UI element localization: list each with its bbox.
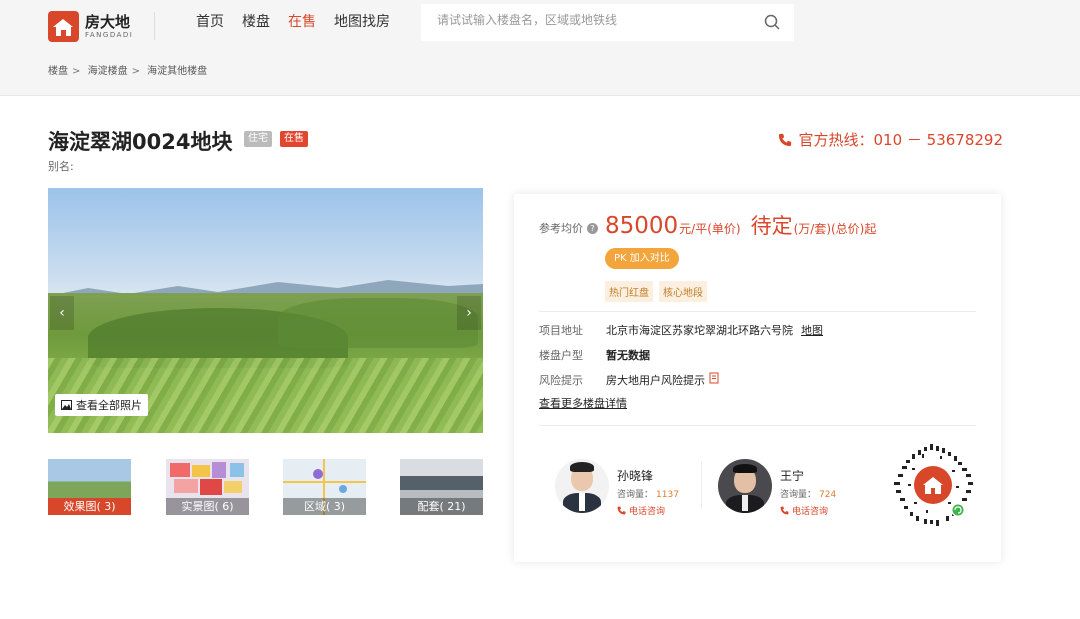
price-value: 85000: [605, 213, 679, 239]
nav-home[interactable]: 首页: [196, 12, 224, 32]
alias-label: 别名:: [48, 160, 74, 173]
mini-program-qr-code[interactable]: [892, 444, 974, 526]
total-price: 待定: [750, 214, 793, 238]
thumb-renderings[interactable]: 效果图( 3): [48, 459, 131, 515]
brand-name-en: FANGDADI: [85, 30, 134, 39]
logo[interactable]: 房大地 FANGDADI: [48, 11, 133, 42]
feature-tag: 热门红盘: [605, 281, 653, 302]
agent-name: 孙晓锋: [617, 469, 654, 483]
prev-photo-button[interactable]: ‹: [50, 296, 74, 330]
thumb-label: 区域( 3): [283, 498, 366, 515]
unit-type-row: 楼盘户型 暂无数据: [539, 347, 650, 363]
risk-label: 风险提示: [539, 374, 583, 387]
thumb-label: 效果图( 3): [48, 498, 131, 515]
address-label: 项目地址: [539, 324, 583, 337]
photo-thumbnails: 效果图( 3) 实景图( 6) 区域( 3) 配套( 21): [48, 459, 484, 515]
next-photo-button[interactable]: ›: [457, 296, 481, 330]
view-all-label: 查看全部照片: [76, 399, 142, 412]
agent-card[interactable]: 孙晓锋 咨询量： 1137 电话咨询: [555, 459, 679, 517]
search-icon[interactable]: [764, 14, 780, 30]
feature-tag: 核心地段: [659, 281, 707, 302]
top-bar: 房大地 FANGDADI 首页 楼盘 在售 地图找房 楼盘> 海淀楼盘> 海淀其…: [0, 0, 1080, 96]
house-logo-icon: [48, 11, 79, 42]
price-unit: 元/平(单价): [679, 222, 741, 236]
thumb-label: 实景图( 6): [166, 498, 249, 515]
thumb-facilities[interactable]: 配套( 21): [400, 459, 483, 515]
page-title: 海淀翠湖0024地块: [48, 130, 233, 154]
agent-name: 王宁: [780, 469, 805, 483]
hotline-text: 官方热线：010 － 53678292: [798, 131, 1003, 149]
breadcrumb-item[interactable]: 海淀楼盘: [88, 66, 128, 77]
nav-on-sale[interactable]: 在售: [288, 12, 316, 32]
divider: [539, 425, 976, 426]
divider: [701, 461, 702, 509]
search-input[interactable]: [437, 13, 757, 27]
avatar: [555, 459, 609, 513]
agent-consult-count: 咨询量： 724: [780, 490, 837, 500]
thumb-real-photos[interactable]: 实景图( 6): [166, 459, 249, 515]
main-nav: 首页 楼盘 在售 地图找房: [196, 12, 390, 32]
phone-icon: [779, 133, 792, 146]
price-display: 85000 元/平(单价) 待定 (万/套)(总价)起: [605, 210, 876, 240]
brand-name: 房大地: [85, 12, 131, 31]
breadcrumb-item[interactable]: 海淀其他楼盘: [147, 66, 207, 77]
property-type-badge: 住宅: [244, 131, 272, 147]
thumb-label: 配套( 21): [400, 498, 483, 515]
search-box: [421, 4, 794, 41]
main-photo[interactable]: ‹ › 查看全部照片: [48, 188, 483, 433]
agent-card[interactable]: 王宁 咨询量： 724 电话咨询: [718, 459, 836, 517]
help-icon[interactable]: ?: [587, 222, 598, 234]
address-row: 项目地址 北京市海淀区苏家坨翠湖北环路六号院 地图: [539, 322, 823, 338]
nav-listings[interactable]: 楼盘: [242, 12, 270, 32]
hotline[interactable]: 官方热线：010 － 53678292: [778, 129, 1003, 150]
price-label: 参考均价 ?: [539, 220, 598, 236]
more-details-link[interactable]: 查看更多楼盘详情: [539, 395, 627, 411]
unit-type-label: 楼盘户型: [539, 349, 583, 362]
view-all-photos-button[interactable]: 查看全部照片: [55, 394, 148, 416]
feature-tags: 热门红盘 核心地段: [605, 281, 707, 302]
image-icon: [61, 400, 72, 410]
breadcrumb-item[interactable]: 楼盘: [48, 66, 68, 77]
phone-icon: [617, 506, 626, 515]
total-price-unit: (万/套)(总价)起: [793, 222, 877, 236]
status-badge: 在售: [280, 131, 308, 147]
phone-consult-button[interactable]: 电话咨询: [780, 504, 836, 517]
risk-link[interactable]: 房大地用户风险提示: [606, 372, 705, 388]
phone-icon: [780, 506, 789, 515]
map-link[interactable]: 地图: [801, 322, 823, 338]
address-value: 北京市海淀区苏家坨翠湖北环路六号院: [606, 324, 793, 337]
breadcrumb: 楼盘 > 海淀楼盘 > 海淀其他楼盘: [48, 66, 208, 77]
divider: [539, 311, 976, 312]
add-compare-button[interactable]: PK 加入对比: [605, 248, 679, 269]
agent-consult-count: 咨询量： 1137: [617, 490, 679, 500]
document-icon[interactable]: [709, 372, 720, 384]
risk-row: 风险提示 房大地用户风险提示: [539, 372, 720, 388]
info-card: 参考均价 ? 85000 元/平(单价) 待定 (万/套)(总价)起 PK 加入…: [514, 194, 1001, 562]
avatar: [718, 459, 772, 513]
divider: [154, 12, 155, 40]
thumb-area[interactable]: 区域( 3): [283, 459, 366, 515]
nav-map-search[interactable]: 地图找房: [334, 12, 390, 32]
phone-consult-button[interactable]: 电话咨询: [617, 504, 679, 517]
unit-type-value: 暂无数据: [606, 349, 650, 362]
